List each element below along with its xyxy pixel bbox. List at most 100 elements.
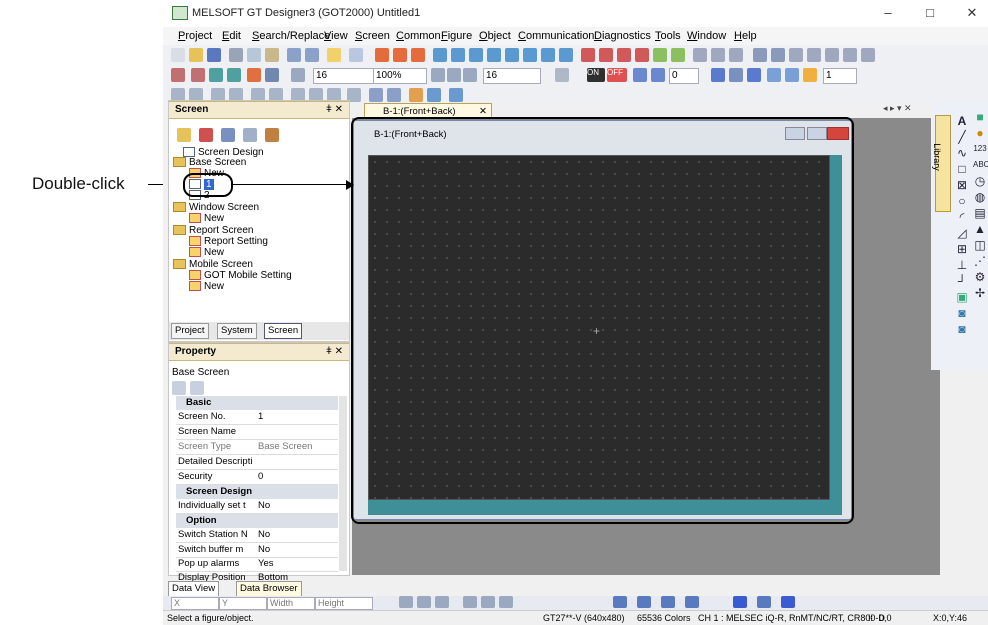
screen-icon[interactable]: [375, 48, 389, 62]
zoom-select[interactable]: 100%: [373, 68, 427, 84]
tab-project[interactable]: Project: [171, 323, 209, 339]
parts-tool-icon[interactable]: ◍: [973, 190, 987, 204]
tab-data-view[interactable]: Data View: [168, 581, 220, 597]
text-icon[interactable]: [771, 48, 785, 62]
screen-new-icon[interactable]: [199, 128, 213, 142]
menu-common[interactable]: Common: [396, 30, 441, 42]
object-icon[interactable]: [617, 48, 631, 62]
figure-icon[interactable]: [227, 68, 241, 82]
object-icon[interactable]: [581, 48, 595, 62]
pin-close-icon[interactable]: ǂ ✕: [326, 344, 343, 360]
redo-icon[interactable]: [305, 48, 319, 62]
object-icon[interactable]: [671, 48, 685, 62]
select-pointer-icon[interactable]: [327, 48, 341, 62]
property-row[interactable]: Switch buffer m No: [176, 543, 338, 558]
category-basic[interactable]: Basic: [176, 396, 338, 410]
group-icon[interactable]: [427, 88, 441, 102]
polygon-tool-icon[interactable]: ⊠: [955, 178, 969, 192]
tab-b1-front-back[interactable]: B-1:(Front+Back) ✕: [364, 103, 492, 118]
figure-icon[interactable]: [789, 48, 803, 62]
clock-tool-icon[interactable]: ◷: [973, 174, 987, 188]
sort-category-icon[interactable]: [172, 381, 186, 395]
object-icon[interactable]: [541, 48, 555, 62]
page-select[interactable]: 1: [823, 68, 857, 84]
tab-system[interactable]: System: [217, 323, 257, 339]
order-icon[interactable]: [369, 88, 383, 102]
state-spinner[interactable]: 0: [669, 68, 699, 84]
trend-tool-icon[interactable]: ⋰: [973, 254, 987, 268]
line-icon[interactable]: [753, 48, 767, 62]
switch-tool-icon[interactable]: ■: [973, 110, 987, 124]
object-icon[interactable]: [505, 48, 519, 62]
tree-report-screen[interactable]: Report Screen: [173, 225, 253, 236]
menu-screen[interactable]: Screen: [355, 30, 390, 42]
property-scrollbar[interactable]: [339, 396, 347, 571]
object-icon[interactable]: [729, 48, 743, 62]
arrow-left-icon[interactable]: [633, 68, 647, 82]
align-bottom-icon[interactable]: [499, 596, 513, 608]
pin-close-icon[interactable]: ǂ ✕: [326, 102, 343, 118]
object-icon[interactable]: [559, 48, 573, 62]
folder-icon[interactable]: [177, 128, 191, 142]
numeric-display-icon[interactable]: 123: [973, 142, 987, 156]
grid-size-select[interactable]: 16: [483, 68, 541, 84]
width-field[interactable]: Width: [267, 597, 315, 610]
menu-communication[interactable]: Communication: [518, 30, 594, 42]
align-top-icon[interactable]: [463, 596, 477, 608]
script-tool-icon[interactable]: ⚙: [973, 270, 987, 284]
recipe-tool-icon[interactable]: ▤: [973, 206, 987, 220]
figure-icon[interactable]: [191, 68, 205, 82]
save-icon[interactable]: [207, 48, 221, 62]
order-icon[interactable]: [387, 88, 401, 102]
menu-diagnostics[interactable]: Diagnostics: [594, 30, 651, 42]
tree-mobile-new[interactable]: New: [189, 281, 224, 292]
tree-window-screen[interactable]: Window Screen: [173, 202, 259, 213]
table-tool-icon[interactable]: ⊞: [955, 242, 969, 256]
tab-nav-icon[interactable]: ◂ ▸ ▾ ✕: [883, 103, 912, 114]
image-tool-icon[interactable]: ▣: [955, 290, 969, 304]
close-button[interactable]: ✕: [957, 4, 987, 22]
property-row[interactable]: Individually set t No: [176, 499, 338, 514]
menu-view[interactable]: View: [324, 30, 348, 42]
rectangle-tool-icon[interactable]: □: [955, 162, 969, 176]
on-toggle[interactable]: ON: [587, 68, 605, 82]
group-icon[interactable]: [449, 88, 463, 102]
help-icon[interactable]: [349, 48, 363, 62]
property-row[interactable]: Security 0: [176, 470, 338, 485]
menu-help[interactable]: Help: [734, 30, 757, 42]
screen-icon[interactable]: [411, 48, 425, 62]
piping-tool-icon[interactable]: ┘: [955, 274, 969, 288]
figure-icon[interactable]: [247, 68, 261, 82]
zoom-out-icon[interactable]: [447, 68, 461, 82]
tab-screen[interactable]: Screen: [264, 323, 303, 339]
figure-icon[interactable]: [861, 48, 875, 62]
text-display-icon[interactable]: ABC: [973, 158, 988, 172]
property-row[interactable]: Detailed Descriptio: [176, 455, 338, 470]
tree-mobile-screen[interactable]: Mobile Screen: [173, 259, 253, 270]
maximize-button[interactable]: □: [915, 4, 945, 22]
menu-edit[interactable]: Edit: [222, 30, 241, 42]
line-tool-icon[interactable]: ╱: [955, 130, 969, 144]
zoom-in-icon[interactable]: [431, 68, 445, 82]
figure-icon[interactable]: [825, 48, 839, 62]
menu-figure[interactable]: Figure: [441, 30, 472, 42]
display-icon[interactable]: [555, 68, 569, 82]
menu-window[interactable]: Window: [687, 30, 726, 42]
tree-got-mobile-setting[interactable]: GOT Mobile Setting: [189, 270, 292, 281]
screen-copy-icon[interactable]: [221, 128, 235, 142]
figure-icon[interactable]: [843, 48, 857, 62]
cut-icon[interactable]: [229, 48, 243, 62]
y-field[interactable]: Y: [219, 597, 267, 610]
circle-tool-icon[interactable]: ○: [955, 194, 969, 208]
property-row[interactable]: Pop up alarms Yes: [176, 557, 338, 572]
paste-icon[interactable]: [265, 48, 279, 62]
tree-report-new[interactable]: New: [189, 247, 224, 258]
object-icon[interactable]: [653, 48, 667, 62]
sort-alpha-icon[interactable]: [190, 381, 204, 395]
align-center-icon[interactable]: [417, 596, 431, 608]
property-row[interactable]: Switch Station N No: [176, 528, 338, 543]
new-icon[interactable]: [171, 48, 185, 62]
device-icon[interactable]: [711, 68, 725, 82]
object-icon[interactable]: [451, 48, 465, 62]
height-field[interactable]: Height: [315, 597, 373, 610]
